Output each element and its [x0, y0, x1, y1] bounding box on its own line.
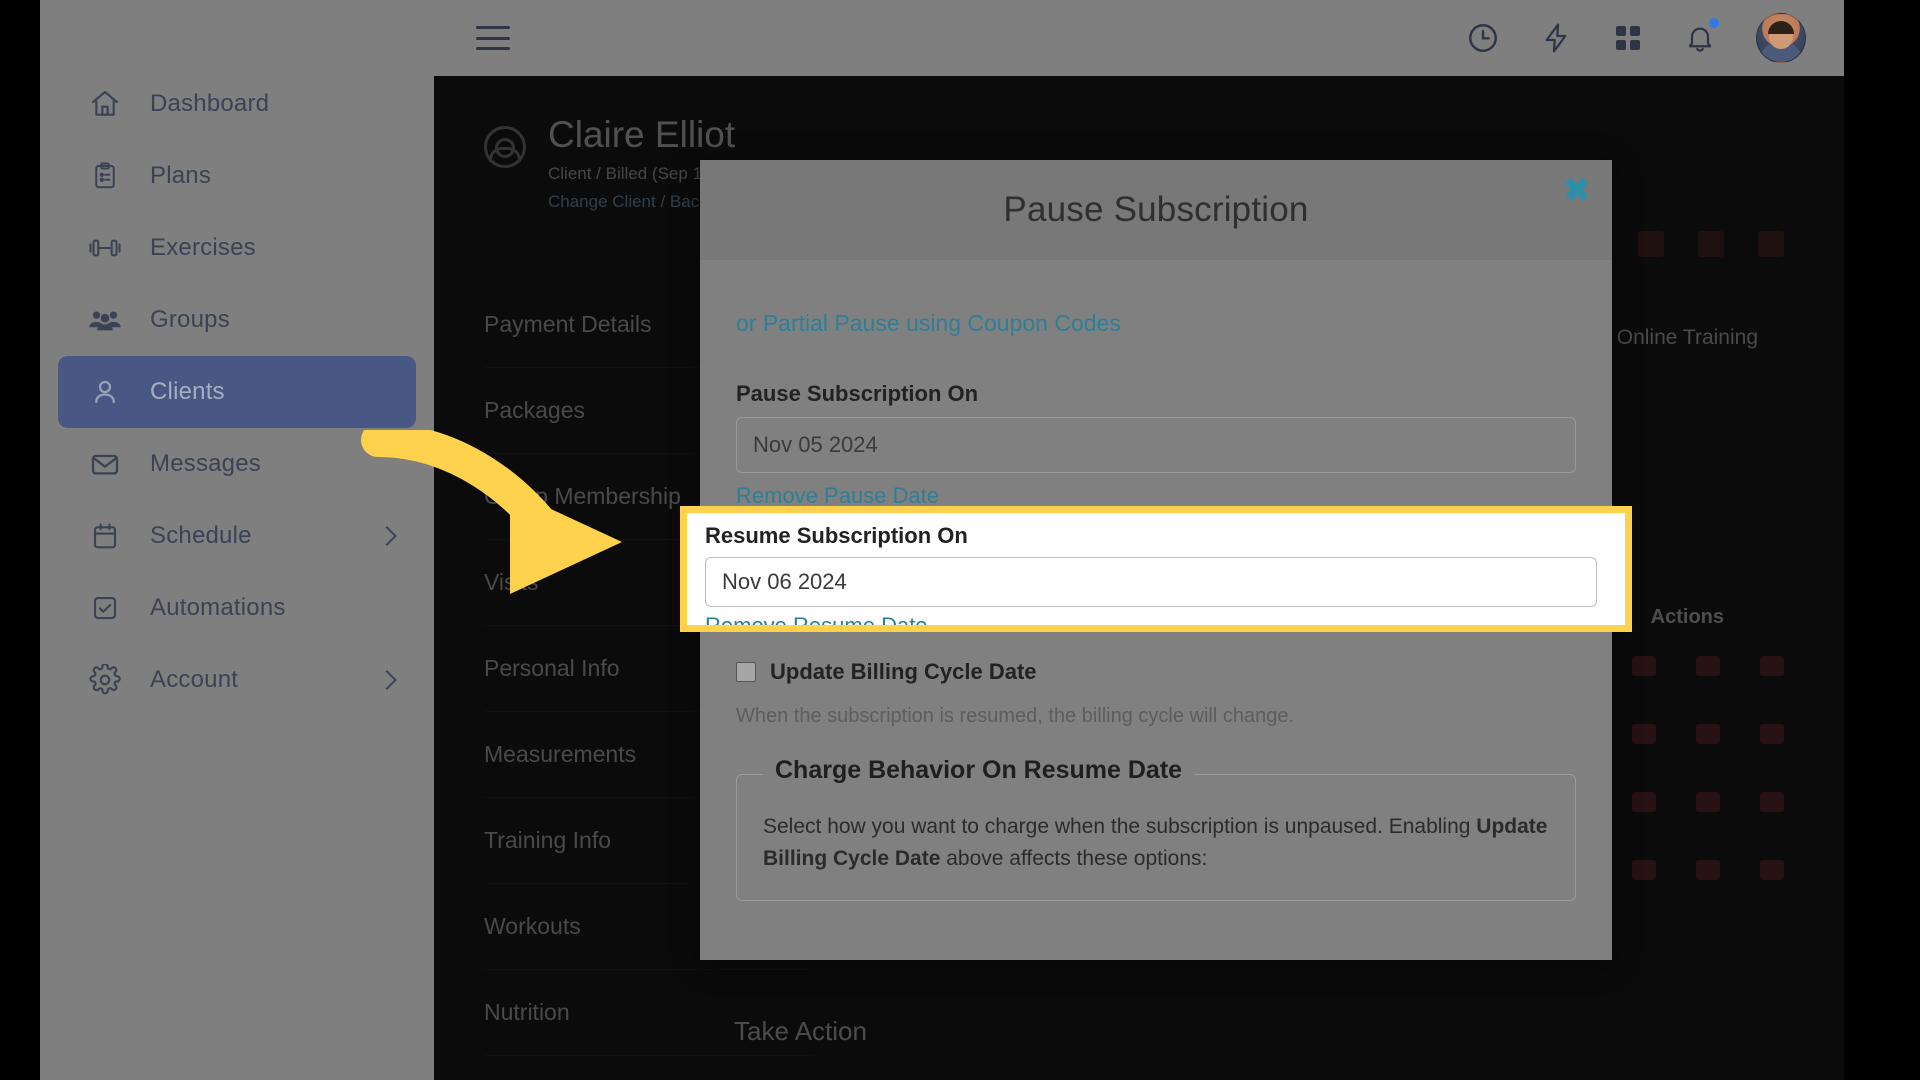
charge-text-part2: above affects these options: [940, 846, 1208, 870]
sidebar-item-label: Automations [150, 594, 286, 621]
sidebar-item-exercises[interactable]: Exercises [58, 212, 416, 284]
resume-subscription-on-label: Resume Subscription On [705, 523, 968, 548]
update-billing-cycle-label: Update Billing Cycle Date [770, 659, 1037, 684]
resume-subscription-highlight: Resume Subscription On Nov 06 2024 Remov… [680, 506, 1632, 632]
notification-badge [1709, 18, 1719, 28]
resume-date-input[interactable]: Nov 06 2024 [705, 557, 1597, 607]
page-title: Pause Subscription [1003, 190, 1309, 229]
clock-icon[interactable] [1466, 21, 1500, 55]
lightning-icon[interactable] [1540, 21, 1572, 55]
sidebar-item-label: Dashboard [150, 90, 270, 117]
charge-behavior-legend: Charge Behavior On Resume Date [763, 756, 1195, 785]
sidebar-item-label: Account [150, 666, 239, 693]
grid-apps-icon[interactable] [1612, 22, 1644, 54]
update-billing-cycle-checkbox[interactable] [736, 662, 756, 682]
sidebar-item-label: Plans [150, 162, 212, 189]
screen-root: Dashboard Plans Exercises Groups Clients… [0, 0, 1920, 1080]
partial-pause-coupon-link[interactable]: or Partial Pause using Coupon Codes [736, 310, 1576, 337]
annotation-arrow [361, 430, 622, 594]
home-icon [88, 87, 122, 121]
update-billing-cycle-row[interactable]: Update Billing Cycle Date [736, 659, 1576, 685]
sidebar-item-label: Groups [150, 306, 230, 333]
take-action-label: Take Action [734, 1016, 867, 1046]
sidebar-item-clients[interactable]: Clients [58, 356, 416, 428]
topbar-actions [1466, 13, 1806, 63]
charge-behavior-fieldset: Charge Behavior On Resume Date Select ho… [736, 756, 1576, 901]
envelope-icon [88, 447, 122, 481]
chevron-right-icon [377, 670, 397, 690]
avatar[interactable] [1756, 13, 1806, 63]
bell-icon[interactable] [1684, 18, 1719, 55]
sidebar-item-label: Schedule [150, 522, 252, 549]
pause-date-input[interactable] [736, 417, 1576, 473]
sidebar-item-account[interactable]: Account [58, 644, 416, 716]
gear-icon [88, 663, 122, 697]
pause-subscription-on-label: Pause Subscription On [736, 381, 979, 406]
person-icon [88, 375, 122, 409]
sidebar-item-label: Messages [150, 450, 261, 477]
actions-column-header: Actions [1650, 606, 1724, 628]
calendar-icon [88, 519, 122, 553]
topbar [434, 0, 1844, 76]
sidebar-item-label: Clients [150, 378, 225, 405]
sidebar-item-dashboard[interactable]: Dashboard [58, 68, 416, 140]
modal-header: Pause Subscription ✖ [700, 160, 1612, 260]
update-billing-cycle-description: When the subscription is resumed, the bi… [736, 705, 1295, 727]
charge-behavior-text: Select how you want to charge when the s… [763, 811, 1549, 874]
dumbbell-icon [88, 231, 122, 265]
clipboard-icon [88, 159, 122, 193]
sidebar-item-label: Exercises [150, 234, 256, 261]
client-avatar-icon [484, 126, 526, 168]
charge-text-part1: Select how you want to charge when the s… [763, 815, 1477, 838]
close-icon[interactable]: ✖ [1563, 174, 1590, 206]
people-icon [88, 303, 122, 337]
remove-resume-date-link[interactable]: Remove Resume Date [705, 613, 1605, 625]
status-badge: Online Training [1616, 326, 1758, 349]
sidebar-item-plans[interactable]: Plans [58, 140, 416, 212]
list-item[interactable]: Assessments [484, 1056, 814, 1080]
checkbox-square-icon [88, 591, 122, 625]
client-name: Claire Elliot [548, 114, 736, 155]
hamburger-icon[interactable] [476, 26, 510, 50]
sidebar-item-groups[interactable]: Groups [58, 284, 416, 356]
